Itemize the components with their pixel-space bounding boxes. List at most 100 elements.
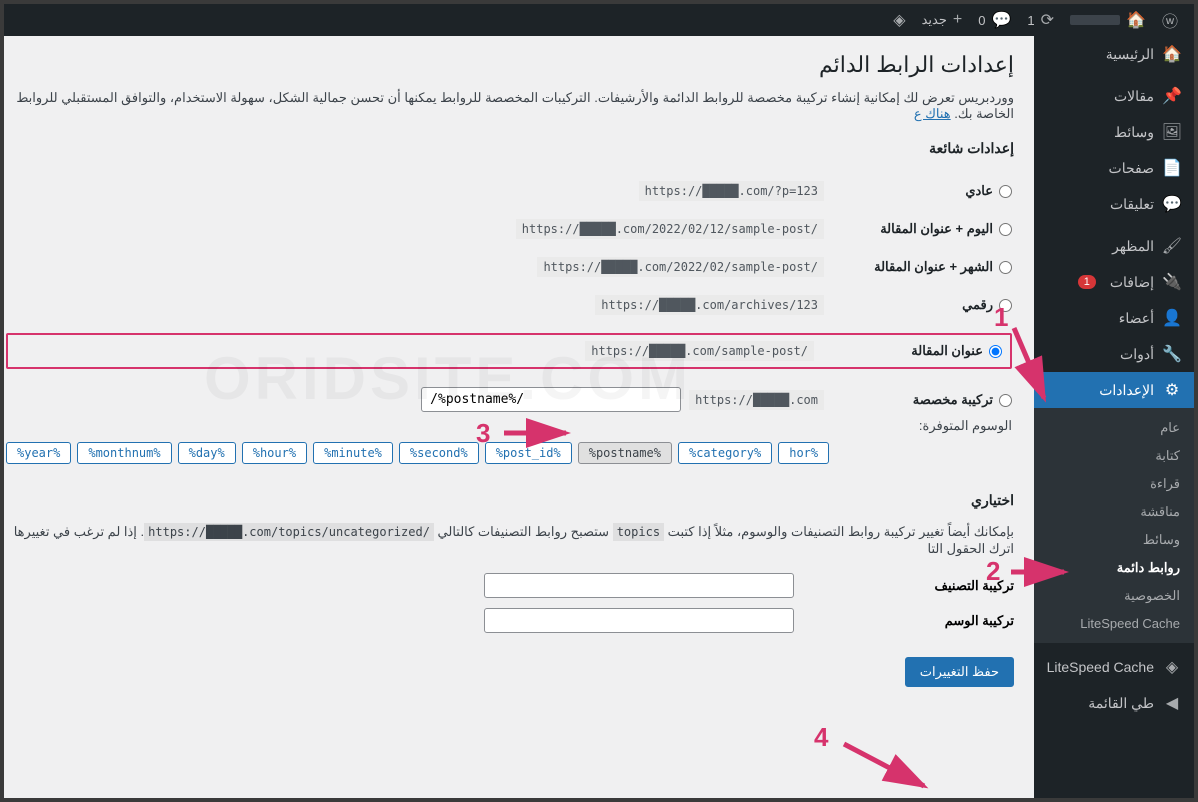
updates-link[interactable]: ⟳1 <box>1019 10 1062 30</box>
sidebar-pages[interactable]: 📄 صفحات <box>1034 150 1194 186</box>
tag-monthnum[interactable]: %monthnum% <box>77 442 171 464</box>
comments-count: 0 <box>978 13 985 28</box>
optional-description: بإمكانك أيضاً تغيير تركيبة روابط التصنيف… <box>4 523 1014 557</box>
sidebar-tools-label: أدوات <box>1120 346 1154 363</box>
opt-code-2: https://█████.com/topics/uncategorized/ <box>144 523 434 541</box>
radio-post-name-input[interactable] <box>989 345 1002 358</box>
page-title: إعدادات الرابط الدائم <box>4 52 1014 78</box>
sidebar-lscache[interactable]: ◈LiteSpeed Cache <box>1034 649 1194 685</box>
page-icon: 📄 <box>1162 158 1182 178</box>
plugins-badge: 1 <box>1078 275 1096 289</box>
month-name-example: https://█████.com/2022/02/sample-post/ <box>537 257 824 277</box>
custom-base: https://█████.com <box>689 390 824 410</box>
radio-plain-label: عادي <box>965 183 993 198</box>
tag-‎hor[interactable]: ‎hor% <box>778 442 829 464</box>
category-base-input[interactable] <box>484 573 794 598</box>
sidebar-collapse-label: طي القائمة <box>1088 695 1154 712</box>
sidebar-settings[interactable]: ⚙الإعدادات <box>1034 372 1194 408</box>
tag-base-label: تركيبة الوسم <box>834 613 1014 629</box>
radio-plain-input[interactable] <box>999 185 1012 198</box>
sidebar-collapse[interactable]: ◀طي القائمة <box>1034 685 1194 721</box>
sidebar-lscache-label: LiteSpeed Cache <box>1047 659 1154 675</box>
radio-day-name-label: اليوم + عنوان المقالة <box>880 221 993 236</box>
radio-numeric-label: رقمي <box>962 297 993 312</box>
comment-icon: 💬 <box>1162 194 1182 214</box>
dashboard-icon: 🏠 <box>1162 44 1182 64</box>
sliders-icon: ⚙ <box>1162 380 1182 400</box>
radio-post-name-label: عنوان المقالة <box>911 343 983 358</box>
radio-day-name[interactable]: اليوم + عنوان المقالة <box>832 221 1012 237</box>
sidebar-dashboard-label: الرئيسية <box>1106 46 1154 63</box>
sidebar-users[interactable]: 👤 أعضاء <box>1034 300 1194 336</box>
sidebar-tools[interactable]: 🔧 أدوات <box>1034 336 1194 372</box>
category-base-label: تركيبة التصنيف <box>834 578 1014 594</box>
user-icon: 👤 <box>1162 308 1182 328</box>
sub-reading[interactable]: قراءة <box>1034 470 1194 498</box>
comment-icon: 💬 <box>992 10 1012 30</box>
desc-text: ووردبريس تعرض لك إمكانية إنشاء تركيبة مخ… <box>16 90 1014 121</box>
wordpress-icon: ⓦ <box>1162 8 1178 32</box>
radio-numeric-input[interactable] <box>999 299 1012 312</box>
sidebar-appearance-label: المظهر <box>1112 238 1154 255</box>
custom-structure-input[interactable] <box>421 387 681 412</box>
main-content: إعدادات الرابط الدائم ووردبريس تعرض لك إ… <box>4 36 1034 798</box>
settings-submenu: عام كتابة قراءة مناقشة وسائط روابط دائمة… <box>1034 408 1194 643</box>
plug-icon: 🔌 <box>1162 272 1182 292</box>
cache-link[interactable]: ◈ <box>885 10 913 30</box>
radio-month-name[interactable]: الشهر + عنوان المقالة <box>832 259 1012 275</box>
tags-row: %year% %monthnum% %day% %hour% %minute% %seco… <box>6 442 1012 464</box>
radio-month-name-label: الشهر + عنوان المقالة <box>874 259 993 274</box>
radio-custom-label: تركيبة مخصصة <box>913 392 993 407</box>
save-changes-button[interactable]: حفظ التغييرات <box>905 657 1014 687</box>
opt-desc-1: بإمكانك أيضاً تغيير تركيبة روابط التصنيف… <box>664 524 1014 539</box>
radio-plain[interactable]: عادي <box>832 183 1012 199</box>
sub-lscache[interactable]: LiteSpeed Cache <box>1034 610 1194 637</box>
sidebar-plugins-label: إضافات <box>1110 274 1154 291</box>
sidebar-dashboard[interactable]: 🏠 الرئيسية <box>1034 36 1194 72</box>
sidebar-appearance[interactable]: 🖌 المظهر <box>1034 228 1194 264</box>
tag-second[interactable]: %second% <box>399 442 479 464</box>
tag-year[interactable]: %year% <box>6 442 71 464</box>
radio-numeric[interactable]: رقمي <box>832 297 1012 313</box>
tag-hour[interactable]: %hour% <box>242 442 307 464</box>
tag-minute[interactable]: %minute% <box>313 442 393 464</box>
numeric-example: https://█████.com/archives/123 <box>595 295 824 315</box>
sub-general[interactable]: عام <box>1034 414 1194 442</box>
new-link[interactable]: +جديد <box>914 11 971 29</box>
admin-toolbar: ⓦ 🏠 ⟳1 💬0 +جديد ◈ <box>4 4 1194 36</box>
sidebar-posts[interactable]: 📌مقالات <box>1034 78 1194 114</box>
sidebar-plugins[interactable]: 🔌 إضافات 1 <box>1034 264 1194 300</box>
tag-day[interactable]: %day% <box>178 442 236 464</box>
sidebar-comments[interactable]: 💬تعليقات <box>1034 186 1194 222</box>
desc-link[interactable]: هناك ع <box>914 106 951 121</box>
tag-postname[interactable]: %postname% <box>578 442 672 464</box>
page-description: ووردبريس تعرض لك إمكانية إنشاء تركيبة مخ… <box>4 90 1014 122</box>
sub-discussion[interactable]: مناقشة <box>1034 498 1194 526</box>
sidebar-users-label: أعضاء <box>1119 310 1154 327</box>
brush-icon: 🖌 <box>1162 236 1182 256</box>
radio-month-name-input[interactable] <box>999 261 1012 274</box>
wrench-icon: 🔧 <box>1162 344 1182 364</box>
new-label: جديد <box>922 12 947 28</box>
sidebar-posts-label: مقالات <box>1114 88 1154 105</box>
optional-heading: اختياري <box>4 492 1014 509</box>
sub-media[interactable]: وسائط <box>1034 526 1194 554</box>
radio-custom-input[interactable] <box>999 394 1012 407</box>
wp-logo[interactable]: ⓦ <box>1154 8 1186 32</box>
home-link[interactable]: 🏠 <box>1062 10 1154 30</box>
radio-post-name[interactable]: عنوان المقالة <box>822 343 1002 359</box>
tag-post_id[interactable]: %post_id% <box>485 442 572 464</box>
updates-count: 1 <box>1027 13 1034 28</box>
tag-category[interactable]: %category% <box>678 442 772 464</box>
radio-custom[interactable]: تركيبة مخصصة <box>832 392 1012 408</box>
day-name-example: https://█████.com/2022/02/12/sample-post… <box>516 219 824 239</box>
sub-permalinks[interactable]: روابط دائمة <box>1034 554 1194 582</box>
sidebar-pages-label: صفحات <box>1109 160 1154 177</box>
sidebar-media-label: وسائط <box>1114 124 1154 141</box>
comments-link[interactable]: 💬0 <box>970 10 1019 30</box>
sub-privacy[interactable]: الخصوصية <box>1034 582 1194 610</box>
sidebar-media[interactable]: 🖼وسائط <box>1034 114 1194 150</box>
sub-writing[interactable]: كتابة <box>1034 442 1194 470</box>
radio-day-name-input[interactable] <box>999 223 1012 236</box>
tag-base-input[interactable] <box>484 608 794 633</box>
